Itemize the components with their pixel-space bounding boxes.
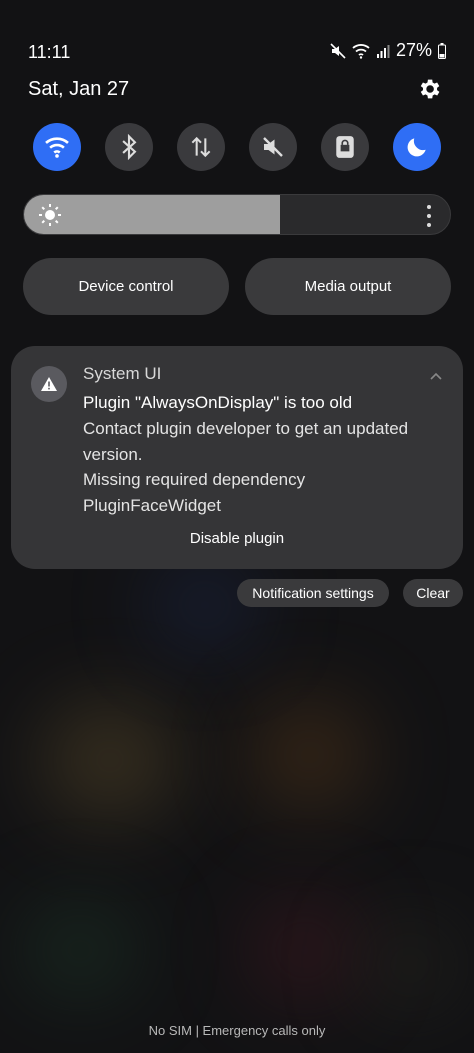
background-blur: [250, 900, 360, 1000]
carrier-status: No SIM | Emergency calls only: [148, 1023, 326, 1038]
background-blur: [250, 700, 370, 810]
lock-toggle[interactable]: [321, 123, 369, 171]
lock-icon: [336, 136, 354, 158]
gear-icon[interactable]: [416, 76, 442, 102]
date-label: Sat, Jan 27: [28, 78, 130, 100]
notification-settings-button[interactable]: Notification settings: [237, 579, 389, 607]
quick-settings: [0, 123, 474, 173]
chevron-up-icon[interactable]: [429, 368, 443, 386]
brightness-level: [24, 195, 280, 234]
sun-icon: [39, 204, 61, 226]
status-bar: 11:11 27%: [0, 0, 474, 80]
background-blur: [360, 920, 460, 1010]
signal-icon: [376, 44, 390, 58]
notification-body: Contact plugin developer to get an updat…: [83, 416, 453, 518]
mute-icon: [330, 42, 346, 59]
brightness-slider[interactable]: [23, 194, 451, 235]
notification-body-line: Missing required dependency: [83, 470, 306, 489]
wifi-toggle[interactable]: [33, 123, 81, 171]
data-arrows-icon: [191, 136, 211, 158]
clear-button[interactable]: Clear: [403, 579, 463, 607]
media-output-button[interactable]: Media output: [245, 258, 451, 315]
notification-card[interactable]: System UI Plugin "AlwaysOnDisplay" is to…: [11, 346, 463, 569]
notification-body-line: Contact plugin developer to get an updat…: [83, 419, 409, 438]
mute-icon: [263, 137, 283, 157]
notification-title: Plugin "AlwaysOnDisplay" is too old: [83, 393, 353, 412]
disable-plugin-button[interactable]: Disable plugin: [11, 530, 463, 547]
warning-icon: [31, 366, 67, 402]
mobile-data-toggle[interactable]: [177, 123, 225, 171]
clock: 11:11: [28, 42, 71, 62]
bluetooth-toggle[interactable]: [105, 123, 153, 171]
sound-toggle[interactable]: [249, 123, 297, 171]
battery-icon: [438, 42, 446, 59]
dark-mode-toggle[interactable]: [393, 123, 441, 171]
background-blur: [40, 700, 180, 820]
notification-body-line: PluginFaceWidget: [83, 495, 221, 515]
bluetooth-icon: [122, 134, 137, 160]
notification-body-line: version.: [83, 444, 143, 464]
device-control-button[interactable]: Device control: [23, 258, 229, 315]
background-blur: [20, 900, 140, 1000]
wifi-icon: [352, 43, 370, 59]
notification-app-name: System UI: [83, 364, 162, 383]
moon-icon: [407, 138, 426, 157]
wifi-icon: [45, 137, 69, 158]
more-options-icon[interactable]: [426, 205, 432, 227]
battery-percent: 27%: [395, 40, 432, 60]
status-icons: 27%: [330, 40, 446, 61]
